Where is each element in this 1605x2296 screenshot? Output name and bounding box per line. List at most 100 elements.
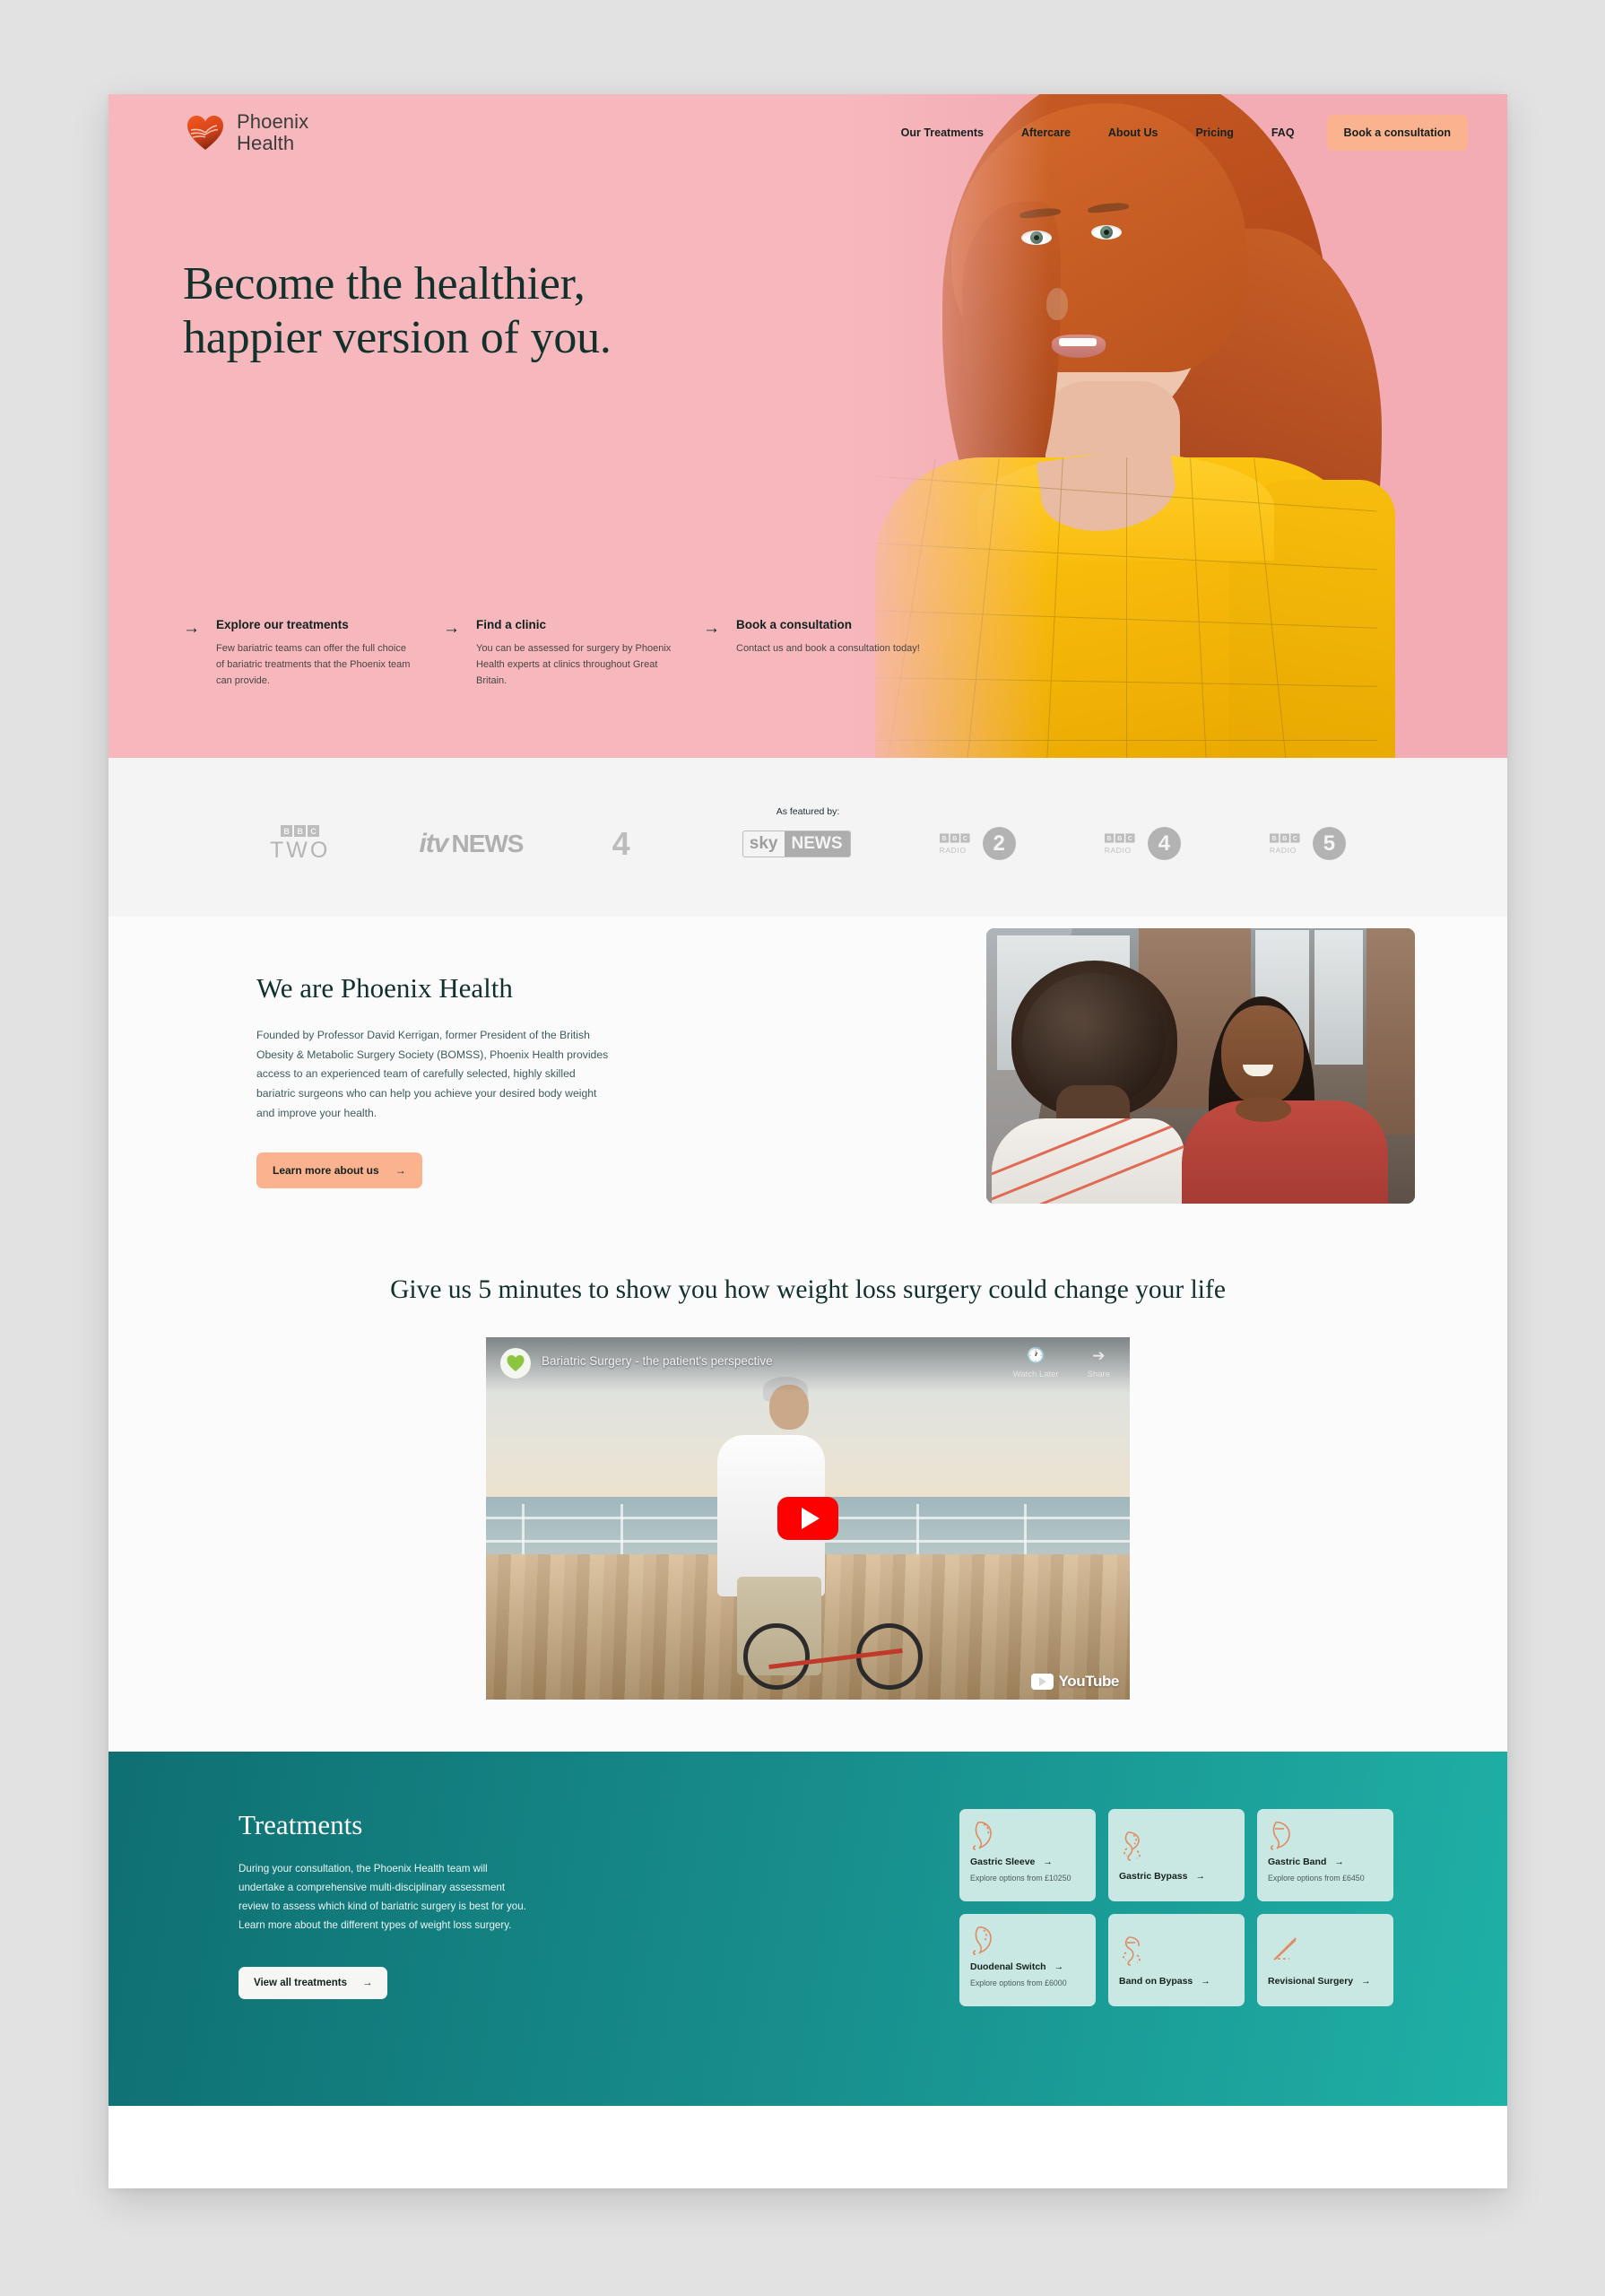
treatment-name-text: Gastric Sleeve [970, 1857, 1036, 1867]
brand-name: Phoenix Health [237, 111, 308, 154]
treatment-name: Band on Bypass → [1119, 1976, 1234, 1987]
bbc-radio-word: RADIO [1104, 846, 1132, 855]
brand-name-line2: Health [237, 132, 295, 154]
arrow-right-icon: → [1201, 1975, 1210, 1987]
bbc-radio-number: 5 [1312, 827, 1346, 860]
itv-news-logo-icon: itv NEWS [419, 821, 524, 867]
hero-cta-find-a-clinic[interactable]: → Find a clinic You can be assessed for … [443, 618, 703, 689]
youtube-watermark[interactable]: YouTube [1030, 1673, 1120, 1691]
bbc-radio-number: 4 [1147, 827, 1181, 860]
play-button[interactable] [777, 1497, 838, 1540]
treatment-name: Gastric Sleeve → [970, 1857, 1085, 1867]
revisional-surgery-scalpel-icon [1268, 1935, 1383, 1969]
about-photo [986, 928, 1415, 1204]
watch-later-label: Watch Later [1012, 1370, 1059, 1379]
video-top-bar: Bariatric Surgery - the patient's perspe… [486, 1337, 1130, 1393]
treatment-name: Revisional Surgery → [1268, 1976, 1383, 1987]
bbc-letter: C [1290, 833, 1300, 843]
treatment-card-gastric-band[interactable]: Gastric Band → Explore options from £645… [1257, 1809, 1393, 1901]
nav-link-pricing[interactable]: Pricing [1195, 126, 1233, 139]
bbc-radio-2-logo-icon: B B C RADIO 2 [939, 821, 1016, 867]
view-all-treatments-label: View all treatments [254, 1978, 347, 1989]
youtube-video-player[interactable]: Bariatric Surgery - the patient's perspe… [486, 1337, 1130, 1700]
arrow-right-icon: → [1195, 1870, 1205, 1882]
bbc-letter: B [1115, 833, 1124, 843]
nav-link-about-us[interactable]: About Us [1108, 126, 1158, 139]
bbc-letter: B [939, 833, 949, 843]
hero-cta-body: You can be assessed for surgery by Phoen… [476, 643, 672, 686]
bbc-letter: B [1104, 833, 1114, 843]
learn-more-label: Learn more about us [273, 1163, 379, 1177]
treatment-card-revisional-surgery[interactable]: Revisional Surgery → [1257, 1914, 1393, 2006]
website-page: Phoenix Health Our Treatments Aftercare … [108, 94, 1507, 2188]
video-section-heading: Give us 5 minutes to show you how weight… [390, 1275, 1226, 1304]
arrow-right-icon: → [703, 619, 720, 638]
bbc-radio-word: RADIO [939, 846, 967, 855]
share-button[interactable]: ➔ Share [1088, 1348, 1110, 1379]
bbc-letter: C [960, 833, 970, 843]
hero-cta-title: Find a clinic [476, 618, 547, 631]
arrow-right-icon: → [361, 1978, 373, 1989]
bbc-radio-word: RADIO [1269, 846, 1297, 855]
nav-link-aftercare[interactable]: Aftercare [1021, 126, 1071, 139]
book-consultation-button[interactable]: Book a consultation [1326, 115, 1468, 151]
clock-icon: 🕐 [1026, 1347, 1045, 1364]
hero-cta-body: Few bariatric teams can offer the full c… [216, 643, 411, 686]
hero-headline-line1: Become the healthier, [183, 258, 586, 309]
arrow-right-icon: → [443, 619, 460, 638]
about-section: We are Phoenix Health Founded by Profess… [108, 917, 1507, 1275]
treatment-name-text: Gastric Bypass [1119, 1870, 1188, 1882]
treatment-name: Gastric Bypass → [1119, 1871, 1234, 1882]
nav-link-our-treatments[interactable]: Our Treatments [901, 126, 984, 139]
arrow-right-icon: → [183, 619, 200, 638]
brand-name-line1: Phoenix [237, 110, 309, 133]
arrow-right-icon: → [1054, 1961, 1064, 1972]
sky-news-logo-icon: sky NEWS [742, 821, 851, 867]
arrow-right-icon: → [1334, 1857, 1344, 1867]
brand-logo[interactable]: Phoenix Health [186, 111, 308, 154]
phoenix-heart-logo-icon [186, 114, 225, 152]
treatments-text-block: Treatments During your consultation, the… [239, 1809, 534, 2000]
view-all-treatments-button[interactable]: View all treatments → [239, 1967, 388, 2000]
treatments-heading: Treatments [239, 1809, 363, 1840]
nav-link-faq[interactable]: FAQ [1271, 126, 1295, 139]
band-on-bypass-icon [1119, 1935, 1234, 1969]
video-section: Give us 5 minutes to show you how weight… [108, 1275, 1507, 1752]
hero-cta-explore-treatments[interactable]: → Explore our treatments Few bariatric t… [183, 618, 443, 689]
treatment-name-text: Band on Bypass [1119, 1975, 1193, 1987]
bbc-two-word: TWO [270, 838, 331, 863]
bicycle [743, 1591, 932, 1690]
arrow-right-icon: → [395, 1163, 406, 1177]
gastric-bypass-icon [1119, 1830, 1234, 1864]
watch-later-button[interactable]: 🕐 Watch Later [1013, 1348, 1059, 1379]
treatment-card-gastric-bypass[interactable]: Gastric Bypass → [1108, 1809, 1245, 1901]
phoenix-health-channel-avatar-icon[interactable] [500, 1348, 531, 1378]
share-label: Share [1087, 1370, 1110, 1379]
treatments-card-grid: Gastric Sleeve → Explore options from £1… [959, 1809, 1393, 2006]
as-featured-by-label: As featured by: [776, 806, 840, 817]
itv-mark: itv [419, 828, 448, 858]
treatment-name-text: Duodenal Switch [970, 1961, 1046, 1972]
channel-4-logo-icon: 4 [612, 821, 630, 867]
sky-news-word: NEWS [784, 831, 850, 857]
hero-cta-book-a-consultation[interactable]: → Book a consultation Contact us and boo… [703, 618, 963, 689]
about-text-block: We are Phoenix Health Founded by Profess… [256, 972, 615, 1188]
nav-links: Our Treatments Aftercare About Us Pricin… [901, 126, 1295, 139]
hero-cta-list: → Explore our treatments Few bariatric t… [183, 618, 1151, 689]
bbc-letter: B [1269, 833, 1280, 843]
press-logo-row: B B C TWO itv NEWS 4 sky NEWS B B C RADI… [270, 821, 1346, 867]
video-title[interactable]: Bariatric Surgery - the patient's perspe… [542, 1354, 773, 1368]
treatment-name-text: Gastric Band [1268, 1857, 1327, 1867]
treatments-body: During your consultation, the Phoenix He… [239, 1863, 526, 1932]
learn-more-about-us-button[interactable]: Learn more about us → [256, 1152, 422, 1188]
treatment-name-text: Revisional Surgery [1268, 1975, 1354, 1987]
treatment-card-gastric-sleeve[interactable]: Gastric Sleeve → Explore options from £1… [959, 1809, 1096, 1901]
youtube-wordmark: YouTube [1058, 1673, 1120, 1690]
bbc-letter: C [1125, 833, 1135, 843]
arrow-right-icon: → [1043, 1857, 1053, 1867]
hero-section: Phoenix Health Our Treatments Aftercare … [108, 94, 1507, 758]
treatment-card-band-on-bypass[interactable]: Band on Bypass → [1108, 1914, 1245, 2006]
treatment-card-duodenal-switch[interactable]: Duodenal Switch → Explore options from £… [959, 1914, 1096, 2006]
bbc-radio-5-logo-icon: B B C RADIO 5 [1269, 821, 1346, 867]
main-navigation: Phoenix Health Our Treatments Aftercare … [108, 94, 1507, 171]
